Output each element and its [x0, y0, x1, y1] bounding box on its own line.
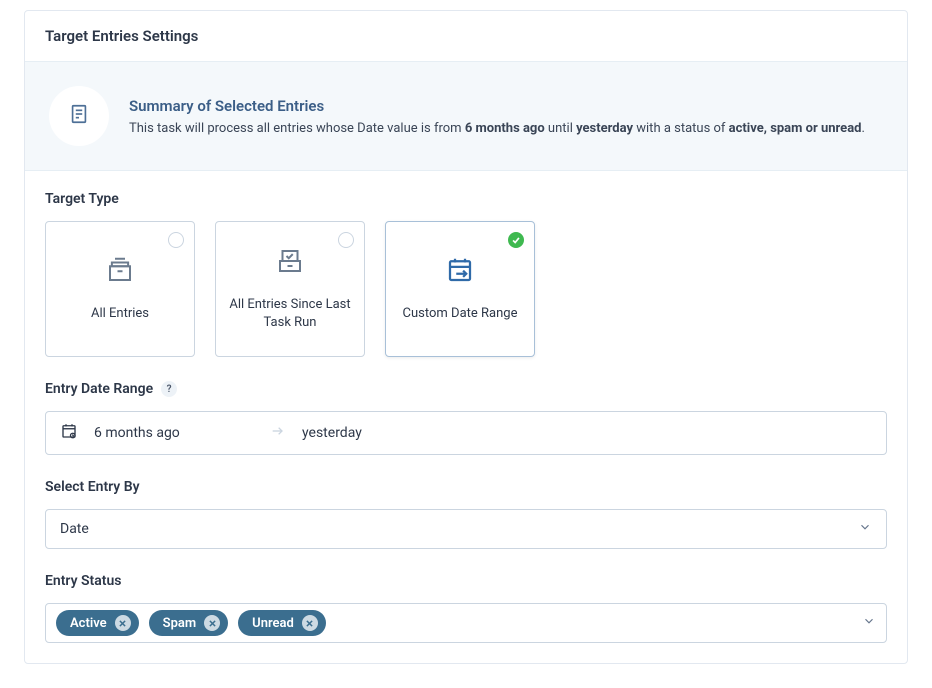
summary-icon-circle	[49, 86, 109, 146]
tag-label: Active	[70, 616, 107, 631]
select-value: Date	[60, 521, 89, 537]
remove-tag-icon[interactable]	[302, 615, 318, 631]
entry-status-label: Entry Status	[45, 573, 887, 589]
remove-tag-icon[interactable]	[115, 615, 131, 631]
status-tag-unread: Unread	[238, 610, 326, 636]
date-range-from: 6 months ago	[94, 425, 254, 441]
target-type-custom-date-range[interactable]: Custom Date Range	[385, 221, 535, 357]
chevron-down-icon	[858, 520, 872, 538]
summary-title: Summary of Selected Entries	[129, 97, 865, 115]
entry-status-multiselect[interactable]: Active Spam Unread	[45, 603, 887, 643]
date-range-label: Entry Date Range	[45, 381, 153, 397]
inbox-check-icon	[275, 246, 305, 280]
document-icon	[68, 103, 90, 129]
summary-banner: Summary of Selected Entries This task wi…	[25, 61, 907, 171]
tag-label: Spam	[163, 616, 197, 631]
chevron-down-icon	[862, 614, 876, 632]
target-card-label: All Entries Since Last Task Run	[228, 296, 352, 331]
tag-label: Unread	[252, 616, 294, 631]
target-type-since-last-run[interactable]: All Entries Since Last Task Run	[215, 221, 365, 357]
select-entry-by-dropdown[interactable]: Date	[45, 509, 887, 549]
check-selected-icon	[508, 232, 524, 248]
target-card-label: All Entries	[91, 305, 149, 323]
target-type-all-entries[interactable]: All Entries	[45, 221, 195, 357]
target-card-label: Custom Date Range	[403, 305, 518, 323]
select-by-label: Select Entry By	[45, 479, 887, 495]
arrow-right-icon	[270, 423, 286, 443]
status-tag-spam: Spam	[149, 610, 229, 636]
archive-icon	[105, 255, 135, 289]
date-range-to: yesterday	[302, 425, 872, 441]
radio-unchecked-icon	[338, 232, 354, 248]
calendar-icon	[60, 422, 78, 444]
remove-tag-icon[interactable]	[204, 615, 220, 631]
calendar-arrow-icon	[445, 255, 475, 289]
radio-unchecked-icon	[168, 232, 184, 248]
help-icon[interactable]: ?	[161, 381, 177, 397]
summary-description: This task will process all entries whose…	[129, 121, 865, 136]
date-range-input[interactable]: 6 months ago yesterday	[45, 411, 887, 455]
card-title: Target Entries Settings	[25, 11, 907, 61]
status-tag-active: Active	[56, 610, 139, 636]
target-type-label: Target Type	[45, 191, 887, 207]
